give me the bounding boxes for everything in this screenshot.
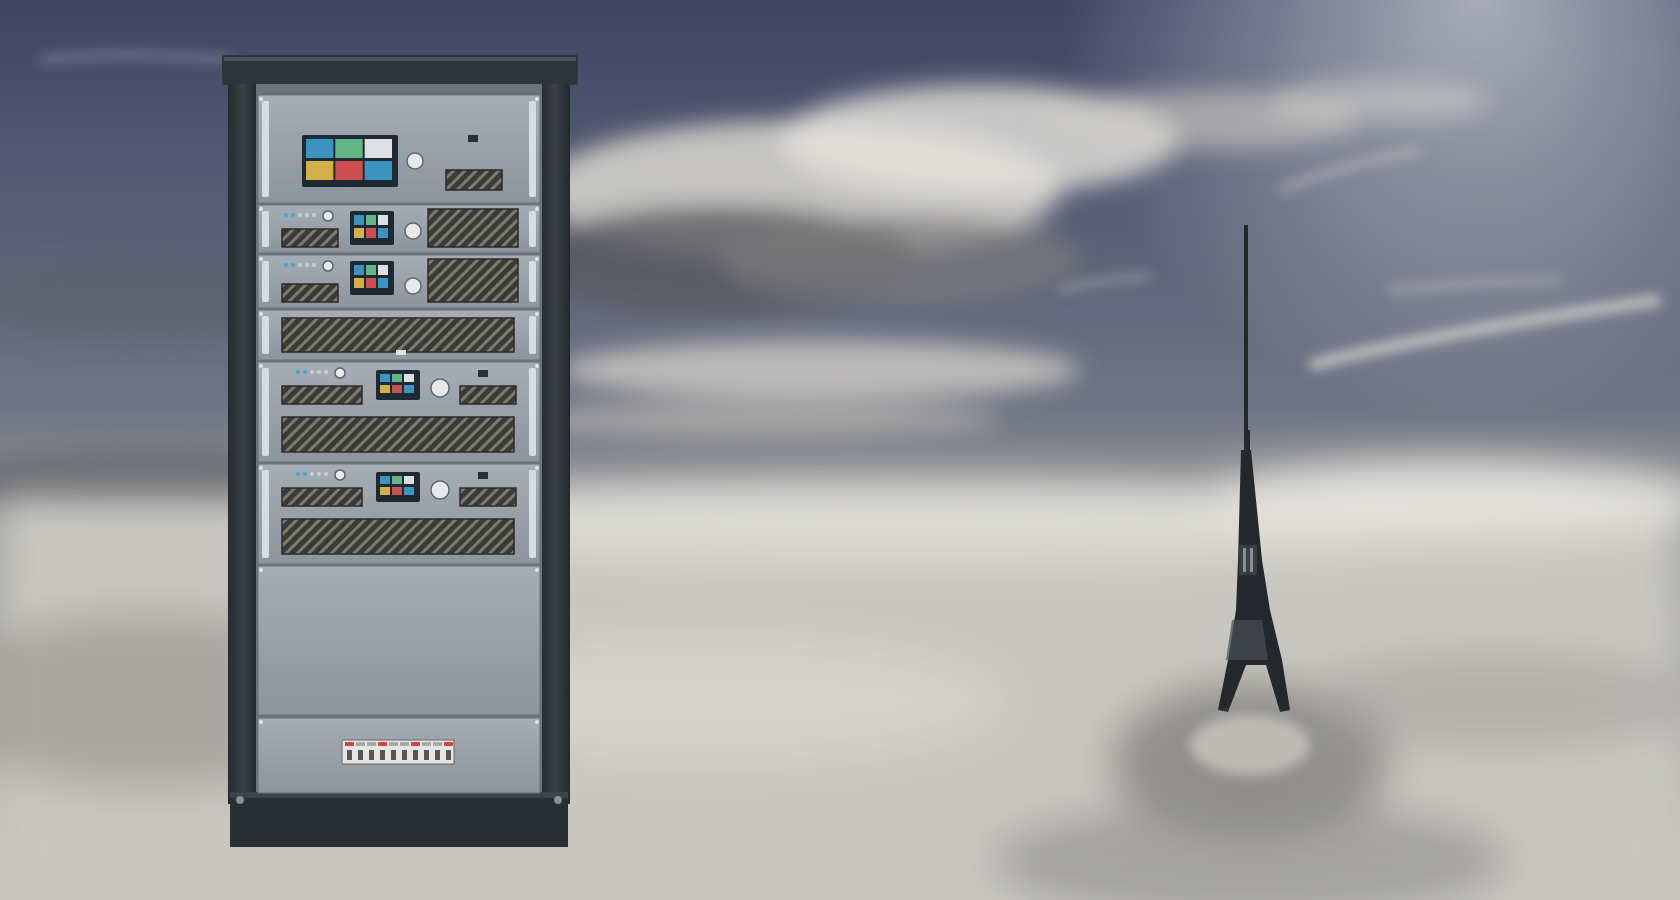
control-display xyxy=(350,211,394,245)
rack-handle-right xyxy=(529,261,536,302)
rotary-knob[interactable] xyxy=(404,222,422,240)
rotary-knob[interactable] xyxy=(406,152,424,170)
control-display xyxy=(376,472,420,502)
rack-cabinet xyxy=(222,55,578,847)
vent-grille xyxy=(281,518,515,555)
rack-unit-amplifier-large xyxy=(257,463,541,565)
rack-unit-amplifier-large xyxy=(257,361,541,463)
rack-handle-right xyxy=(529,211,536,247)
vent-grille xyxy=(281,416,515,453)
rack-handle-left xyxy=(262,261,269,302)
rack-unit-blank-panel xyxy=(257,565,541,717)
rack-handle-left xyxy=(262,211,269,247)
rack-handle-right xyxy=(529,470,536,558)
photo-scene xyxy=(0,0,1680,900)
rotary-knob[interactable] xyxy=(334,469,346,481)
rack-handle-right xyxy=(529,368,536,456)
vent-grille xyxy=(281,228,339,248)
rack-handle-left xyxy=(262,368,269,456)
network-port xyxy=(468,135,478,142)
scene-svg xyxy=(0,0,1680,900)
rack-units xyxy=(257,94,541,794)
rotary-knob[interactable] xyxy=(404,277,422,295)
circuit-breakers xyxy=(341,739,455,765)
control-display xyxy=(302,135,398,187)
vent-grille xyxy=(445,169,503,191)
vent-grille xyxy=(281,283,339,303)
cabinet-right-frame xyxy=(540,84,570,804)
rotary-knob[interactable] xyxy=(430,378,450,398)
rack-unit-amplifier-small xyxy=(257,254,541,309)
vent-grille xyxy=(427,258,519,303)
rotary-knob[interactable] xyxy=(430,480,450,500)
unit-label xyxy=(396,350,406,355)
rotary-knob[interactable] xyxy=(322,260,334,272)
rack-handle-left xyxy=(262,101,269,197)
rack-handle-right xyxy=(529,101,536,197)
rotary-knob[interactable] xyxy=(322,210,334,222)
control-display xyxy=(350,261,394,295)
network-port xyxy=(478,370,488,377)
vent-grille xyxy=(281,317,515,353)
vent-grille xyxy=(281,487,363,507)
rack-unit-breaker-panel xyxy=(257,717,541,794)
cabinet-plinth xyxy=(230,792,568,847)
vent-grille xyxy=(427,208,519,248)
unit-faceplate xyxy=(257,565,541,717)
vent-grille xyxy=(281,385,363,405)
cabinet-left-frame xyxy=(228,84,258,804)
rotary-knob[interactable] xyxy=(334,367,346,379)
rack-unit-amplifier-small xyxy=(257,204,541,254)
vent-grille xyxy=(459,487,517,507)
rack-handle-right xyxy=(529,316,536,354)
vent-grille xyxy=(459,385,517,405)
network-port xyxy=(478,472,488,479)
rack-unit-grille-panel xyxy=(257,309,541,361)
rack-unit-controller xyxy=(257,94,541,204)
rack-handle-left xyxy=(262,470,269,558)
rack-handle-left xyxy=(262,316,269,354)
control-display xyxy=(376,370,420,400)
